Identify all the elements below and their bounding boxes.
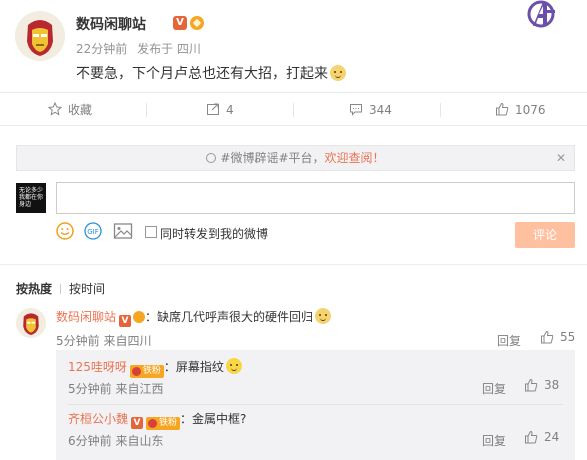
- gif-label: GIF: [87, 228, 99, 236]
- repost-icon: [206, 95, 220, 129]
- repost-button[interactable]: 4: [206, 93, 234, 127]
- avengers-logo-icon: [527, 0, 557, 28]
- thumbs-up-icon: [495, 95, 509, 129]
- thumbs-up-icon: [541, 330, 554, 344]
- post-location: 发布于 四川: [137, 42, 201, 56]
- reply-time: 6分钟前: [68, 434, 112, 448]
- comment-like-count: 55: [560, 330, 576, 344]
- reply-like-count: 38: [544, 378, 560, 392]
- reply-like-button[interactable]: 24: [524, 430, 559, 444]
- reply-list: 125哇呀呀 铁粉 ：屏幕指纹 5分钟前 来自江西 回复 38 齐桓公小魏 V 铁粉 ：金…: [56, 350, 575, 460]
- fan-badge: 铁粉: [129, 365, 164, 378]
- smile-emoji-icon: [225, 358, 242, 374]
- weibo-mini-icon: [206, 153, 217, 163]
- rumor-notice-banner: #微博辟谣#平台，欢迎查阅！ ✕: [16, 145, 575, 171]
- gif-picker-icon[interactable]: GIF: [84, 222, 102, 243]
- reply-like-count: 24: [544, 430, 560, 444]
- reply-button[interactable]: 回复: [497, 332, 521, 349]
- commenter-avatar[interactable]: [16, 308, 46, 338]
- verified-v-badge: V: [131, 417, 144, 429]
- close-icon[interactable]: ✕: [556, 146, 566, 170]
- comment-icon: [349, 95, 363, 129]
- comment-text: ：缺席几代呼声很大的硬件回归: [145, 310, 314, 324]
- my-avatar-text: 无论多少 我都在你身边: [19, 187, 44, 208]
- sort-divider: [60, 284, 62, 294]
- comment-count: 344: [369, 103, 392, 117]
- reply-text: ：金属中框?: [180, 412, 247, 426]
- section-divider: [0, 264, 587, 265]
- vip-member-icon: [133, 311, 146, 323]
- comment-input[interactable]: [56, 182, 575, 214]
- comment-time: 5分钟前: [56, 334, 100, 348]
- action-divider: [146, 103, 147, 117]
- post-action-bar: 收藏 4 344 1076: [0, 92, 587, 126]
- like-count: 1076: [515, 103, 546, 117]
- comment-line: 数码闲聊站 V ：缺席几代呼声很大的硬件回归: [56, 308, 332, 327]
- verified-v-badge: V: [173, 16, 187, 30]
- reply-line: 125哇呀呀 铁粉 ：屏幕指纹: [68, 358, 242, 378]
- verified-v-badge: V: [119, 315, 132, 327]
- doge-emoji-icon: [330, 65, 346, 81]
- reply-from: 来自江西: [115, 382, 164, 396]
- my-avatar[interactable]: 无论多少 我都在你身边: [16, 183, 46, 213]
- image-upload-icon[interactable]: [113, 222, 133, 243]
- reply-button[interactable]: 回复: [482, 380, 506, 397]
- fan-badge: 铁粉: [146, 417, 181, 430]
- thumbs-up-icon: [525, 430, 538, 444]
- vip-member-icon: [190, 16, 204, 30]
- comment-like-button[interactable]: 55: [540, 330, 575, 344]
- replier-name[interactable]: 125哇呀呀: [68, 360, 127, 374]
- weibo-post: 数码闲聊站 V 22分钟前 发布于 四川 不要急，下个月卢总也还有大招，打起来: [0, 0, 587, 90]
- replier-name[interactable]: 齐桓公小魏: [68, 412, 128, 426]
- notice-link[interactable]: 欢迎查阅！: [325, 151, 385, 165]
- post-author-name[interactable]: 数码闲聊站: [76, 14, 146, 34]
- emoji-picker-icon[interactable]: [56, 222, 74, 243]
- comment-button[interactable]: 344: [349, 93, 392, 127]
- reply-button[interactable]: 回复: [482, 432, 506, 449]
- comment-from: 来自四川: [103, 334, 152, 348]
- comment-sort-tabs: 按热度 按时间: [16, 280, 105, 297]
- post-text: 不要急，下个月卢总也还有大招，打起来: [76, 66, 328, 82]
- action-divider: [293, 103, 294, 117]
- repost-count: 4: [226, 103, 234, 117]
- reply-item: 齐桓公小魏 V 铁粉 ：金属中框? 6分钟前 来自山东 回复 24: [56, 410, 575, 456]
- submit-comment-button[interactable]: 评论: [515, 222, 575, 248]
- doge-emoji-icon: [315, 308, 332, 324]
- comment-meta: 5分钟前 来自四川: [56, 332, 151, 349]
- reply-from: 来自山东: [115, 434, 164, 448]
- favorite-button[interactable]: 收藏: [47, 93, 93, 129]
- action-divider: [440, 103, 441, 117]
- sort-by-time-tab[interactable]: 按时间: [69, 282, 105, 296]
- reply-divider: [68, 404, 563, 405]
- reply-line: 齐桓公小魏 V 铁粉 ：金属中框?: [68, 410, 246, 430]
- post-time[interactable]: 22分钟前: [76, 42, 127, 56]
- post-content: 不要急，下个月卢总也还有大招，打起来: [76, 63, 346, 83]
- reply-text: ：屏幕指纹: [163, 360, 224, 374]
- favorite-label: 收藏: [68, 103, 93, 117]
- reply-item: 125哇呀呀 铁粉 ：屏幕指纹 5分钟前 来自江西 回复 38: [56, 358, 575, 405]
- reply-meta: 5分钟前 来自江西: [68, 380, 163, 397]
- reply-meta: 6分钟前 来自山东: [68, 432, 163, 449]
- reply-like-button[interactable]: 38: [524, 378, 559, 392]
- author-avatar[interactable]: [15, 11, 65, 61]
- like-button[interactable]: 1076: [495, 93, 546, 127]
- notice-text: #微博辟谣#平台，: [220, 151, 325, 165]
- repost-checkbox[interactable]: [145, 226, 157, 238]
- commenter-name[interactable]: 数码闲聊站: [56, 310, 116, 324]
- star-icon: [47, 95, 63, 129]
- thumbs-up-icon: [525, 378, 538, 392]
- repost-checkbox-label[interactable]: 同时转发到我的微博: [160, 225, 268, 242]
- reply-time: 5分钟前: [68, 382, 112, 396]
- sort-by-hot-tab[interactable]: 按热度: [16, 282, 52, 296]
- post-meta: 22分钟前 发布于 四川: [76, 40, 207, 57]
